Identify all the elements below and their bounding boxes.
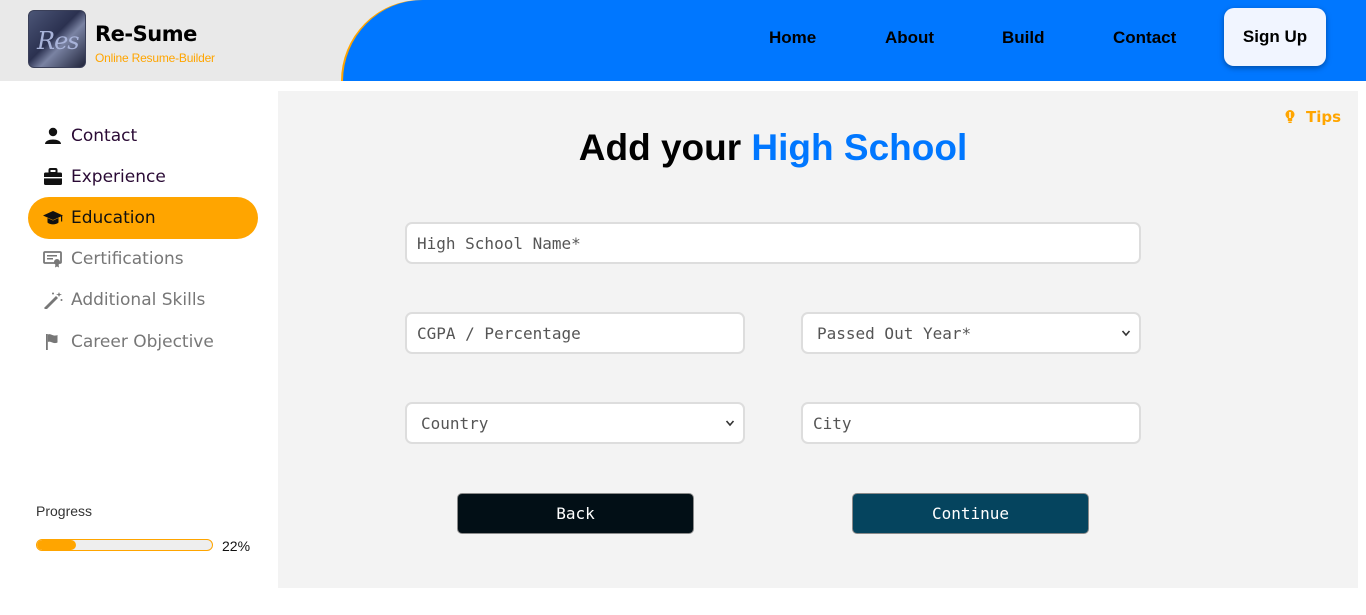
progress-percent: 22% xyxy=(222,538,251,554)
passed-out-year-select[interactable]: Passed Out Year* xyxy=(801,312,1141,354)
passed-out-year-value: Passed Out Year* xyxy=(817,323,972,343)
sidebar-item-label: Certifications xyxy=(71,249,184,269)
continue-button[interactable]: Continue xyxy=(852,493,1089,534)
brand-tagline: Online Resume-Builder xyxy=(95,51,215,65)
sidebar-item-career-objective[interactable]: Career Objective xyxy=(28,321,258,363)
chevron-down-icon xyxy=(725,420,735,427)
lightbulb-icon xyxy=(1285,110,1295,123)
progress-bar-fill xyxy=(37,540,76,550)
page-title-prefix: Add your xyxy=(578,127,752,168)
briefcase-icon xyxy=(44,168,62,185)
back-button[interactable]: Back xyxy=(457,493,694,534)
sidebar-item-label: Education xyxy=(71,208,156,228)
sidebar-item-education[interactable]: Education xyxy=(28,197,258,239)
city-input[interactable] xyxy=(801,402,1141,444)
nav-about[interactable]: About xyxy=(885,28,934,48)
sidebar-item-certifications[interactable]: Certifications xyxy=(28,238,258,280)
sidebar-item-additional-skills[interactable]: Additional Skills xyxy=(28,279,258,321)
magic-wand-icon xyxy=(44,292,63,309)
header-blue-band xyxy=(343,0,1366,81)
graduation-cap-icon xyxy=(43,211,63,225)
nav-build[interactable]: Build xyxy=(1002,28,1045,48)
nav-home[interactable]: Home xyxy=(769,28,816,48)
certificate-icon xyxy=(43,251,62,268)
logo[interactable]: Res xyxy=(28,10,86,68)
cgpa-input[interactable] xyxy=(405,312,745,354)
progress-label: Progress xyxy=(36,503,93,519)
logo-text: Res xyxy=(37,27,80,55)
page-title-highlight: High School xyxy=(751,127,968,168)
top-header: Res Re-Sume Online Resume-Builder Home A… xyxy=(0,0,1366,81)
sidebar-item-label: Experience xyxy=(71,167,166,187)
progress-bar xyxy=(36,539,213,551)
chevron-down-icon xyxy=(1121,330,1131,337)
sign-up-button[interactable]: Sign Up xyxy=(1224,8,1326,66)
sidebar-item-label: Career Objective xyxy=(71,332,214,352)
nav-contact[interactable]: Contact xyxy=(1113,28,1176,48)
page-title: Add your High School xyxy=(0,127,1366,169)
country-value: Country xyxy=(421,413,489,433)
tips-button[interactable]: Tips xyxy=(1284,108,1341,126)
country-select[interactable]: Country xyxy=(405,402,745,444)
sidebar-item-label: Additional Skills xyxy=(71,290,206,310)
flag-icon xyxy=(46,334,58,350)
brand-name: Re-Sume xyxy=(95,22,197,46)
high-school-name-input[interactable] xyxy=(405,222,1141,264)
tips-label: Tips xyxy=(1306,108,1342,126)
